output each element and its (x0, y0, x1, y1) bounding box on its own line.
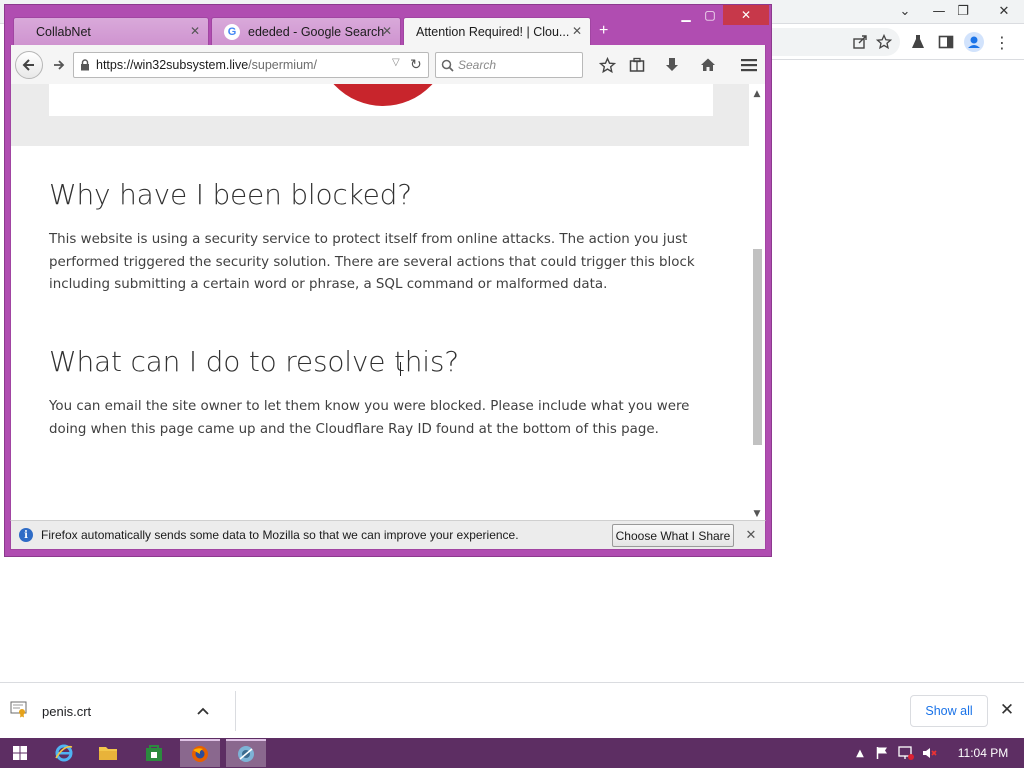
hamburger-menu-icon[interactable] (739, 55, 759, 75)
ff-tabstrip: CollabNet ✕ G ededed - Google Search ✕ A… (5, 13, 771, 45)
tab-close-icon[interactable]: ✕ (188, 24, 202, 38)
google-g-icon: G (224, 23, 240, 40)
download-arrow-icon[interactable] (662, 55, 682, 75)
forward-arrow-icon[interactable] (49, 55, 69, 75)
restore-icon[interactable]: ❐ (946, 0, 980, 22)
close-icon[interactable]: ✕ (984, 0, 1024, 22)
tab-close-icon[interactable]: ✕ (570, 24, 584, 38)
search-icon (436, 59, 458, 72)
reading-list-icon[interactable] (627, 55, 647, 75)
reload-icon[interactable]: ↻ (410, 56, 422, 73)
ff-navbar: https://win32subsystem.live/supermium/ ▽… (10, 45, 766, 84)
url-path: /supermium/ (248, 58, 317, 72)
paragraph-why-blocked: This website is using a security service… (49, 232, 695, 292)
taskbar-clock[interactable]: 11:04 PM (948, 738, 1018, 768)
home-icon[interactable] (698, 55, 718, 75)
profile-avatar-icon[interactable] (964, 32, 984, 52)
section-resolve: What can I do to resolve this? You can e… (49, 345, 709, 441)
app-taskbar-icon[interactable] (226, 739, 266, 767)
choose-what-i-share-button[interactable]: Choose What I Share (612, 524, 734, 547)
notification-text: Firefox automatically sends some data to… (41, 528, 519, 542)
start-windows-icon[interactable] (0, 739, 40, 767)
tab-google-search[interactable]: G ededed - Google Search ✕ (211, 17, 401, 45)
url-dropdown-icon[interactable]: ▽ (392, 57, 400, 68)
url-host: https://win32subsystem.live (96, 58, 249, 72)
share-icon[interactable] (850, 32, 870, 52)
file-explorer-icon[interactable] (88, 739, 128, 767)
internet-explorer-icon[interactable] (44, 739, 84, 767)
tab-collabnet[interactable]: CollabNet ✕ (13, 17, 209, 45)
page-content: Why have I been blocked? This website is… (10, 84, 766, 524)
tab-title: CollabNet (36, 24, 91, 39)
bookmark-star-icon[interactable] (874, 32, 894, 52)
action-center-flag-icon[interactable] (874, 745, 890, 761)
section-blocked: Why have I been blocked? This website is… (49, 178, 709, 297)
padlock-icon[interactable] (74, 59, 96, 71)
notification-bar: i Firefox automatically sends some data … (10, 520, 766, 550)
scroll-down-arrow-icon[interactable]: ▼ (749, 508, 765, 520)
back-arrow-icon[interactable] (15, 51, 43, 79)
header-card (49, 84, 713, 116)
download-bar-close-icon[interactable]: ✕ (996, 699, 1018, 721)
taskbar: ▲ 11:04 PM (0, 738, 1024, 768)
search-placeholder: Search (458, 58, 497, 72)
chrome-omnibox[interactable] (770, 28, 900, 56)
notification-close-icon[interactable]: ✕ (742, 526, 760, 544)
labs-flask-icon[interactable] (908, 32, 928, 52)
scrollbar-thumb[interactable] (753, 249, 762, 445)
new-tab-button[interactable]: + (595, 17, 619, 45)
header-band (11, 84, 749, 146)
tab-attention-required[interactable]: Attention Required! | Clou... ✕ (403, 17, 591, 45)
bookmark-star-icon[interactable] (597, 55, 617, 75)
certificate-file-icon (10, 700, 28, 722)
info-icon: i (19, 528, 33, 542)
heading-resolve: What can I do to resolve this? (49, 345, 459, 378)
firefox-window: ▁ ▢ ✕ CollabNet ✕ G ededed - Google Sear… (4, 4, 772, 557)
tab-title: ededed - Google Search (248, 24, 385, 39)
store-icon[interactable] (134, 739, 174, 767)
text-cursor-icon (400, 362, 406, 376)
download-item[interactable]: penis.crt (10, 691, 236, 731)
tab-title: Attention Required! | Clou... (416, 24, 570, 39)
firefox-taskbar-icon[interactable] (180, 739, 220, 767)
download-bar: penis.crt Show all ✕ (0, 682, 1024, 738)
scroll-up-arrow-icon[interactable]: ▲ (749, 88, 765, 100)
network-icon[interactable] (898, 745, 914, 761)
url-bar[interactable]: https://win32subsystem.live/supermium/ ▽… (73, 52, 429, 78)
tray-overflow-chevron-icon[interactable]: ▲ (852, 745, 868, 761)
cloudflare-error-graphic (315, 84, 451, 106)
search-input[interactable]: Search (435, 52, 583, 78)
volume-muted-icon[interactable] (922, 745, 938, 761)
heading-why-blocked: Why have I been blocked? (49, 178, 412, 211)
tab-close-icon[interactable]: ✕ (380, 24, 394, 38)
chrome-tab-search-icon[interactable]: ⌄ (888, 0, 922, 22)
vertical-scrollbar[interactable]: ▲ ▼ (749, 84, 765, 524)
chrome-menu-icon[interactable]: ⋮ (992, 32, 1012, 52)
download-filename: penis.crt (42, 703, 92, 719)
chrome-toolbar: ⋮ (770, 24, 1024, 60)
paragraph-resolve: You can email the site owner to let them… (49, 399, 690, 437)
chevron-up-icon[interactable] (192, 700, 214, 722)
show-all-button[interactable]: Show all (910, 695, 988, 727)
side-panel-icon[interactable] (936, 32, 956, 52)
